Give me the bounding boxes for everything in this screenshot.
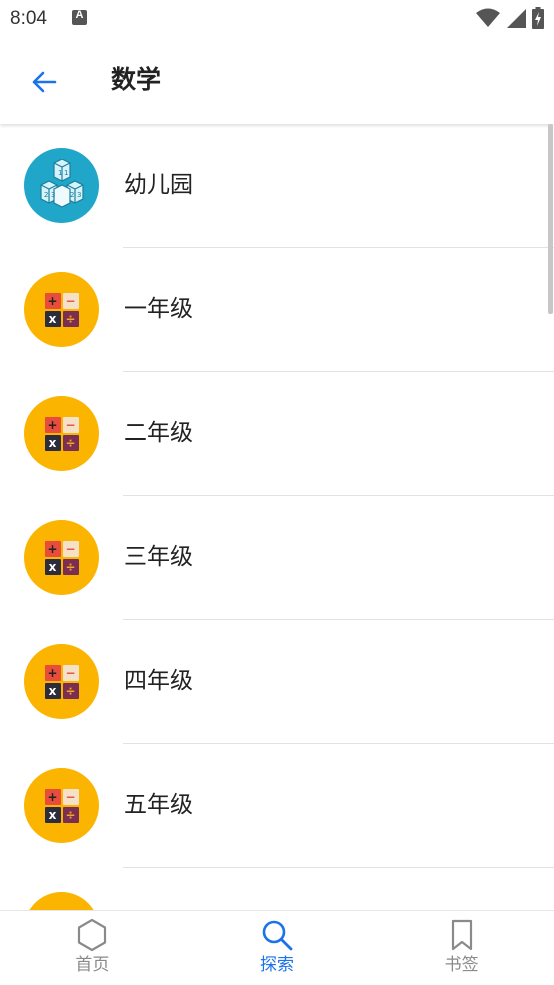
calculator-avatar: + − x ÷ [24, 272, 99, 347]
list-item-label: 二年级 [124, 420, 193, 446]
svg-text:3: 3 [51, 191, 55, 199]
calculator-icon: + − x ÷ [44, 540, 79, 575]
divide-symbol: ÷ [62, 558, 79, 575]
plus-symbol: + [44, 788, 61, 805]
svg-text:1: 1 [58, 169, 62, 177]
times-symbol: x [44, 310, 61, 327]
status-time: 8:04 [10, 8, 47, 29]
wifi-icon [476, 8, 500, 27]
arrow-back-icon [32, 71, 57, 93]
notification-a-letter: A [75, 9, 84, 21]
scrollbar[interactable] [548, 124, 553, 314]
page-title: 数学 [111, 65, 162, 94]
svg-text:1: 1 [64, 169, 68, 177]
notification-a-icon: A [72, 9, 87, 25]
list-item-label: 三年级 [124, 544, 193, 570]
times-symbol: x [44, 558, 61, 575]
divide-symbol: ÷ [62, 434, 79, 451]
calculator-avatar: + − x ÷ [24, 892, 99, 910]
nav-label-explore: 探索 [260, 955, 294, 975]
plus-symbol: + [44, 540, 61, 557]
svg-text:3: 3 [77, 191, 81, 199]
nav-label-home: 首页 [75, 955, 110, 975]
list-item-grade-4[interactable]: + − x ÷ 四年级 [0, 620, 554, 744]
calculator-icon: + − x ÷ [44, 788, 79, 823]
svg-text:2: 2 [44, 191, 48, 199]
list-item-kindergarten[interactable]: 1 1 2 3 2 3 幼儿园 [0, 124, 554, 248]
list-item-grade-5[interactable]: + − x ÷ 五年级 [0, 744, 554, 868]
list-item-grade-2[interactable]: + − x ÷ 二年级 [0, 372, 554, 496]
nav-item-home[interactable]: 首页 [0, 911, 185, 985]
hexagon-home-icon [78, 918, 107, 952]
calculator-icon: + − x ÷ [44, 292, 79, 327]
minus-symbol: − [62, 416, 79, 433]
status-bar: 8:04 A [0, 0, 554, 38]
blocks-icon: 1 1 2 3 2 3 [39, 158, 84, 208]
list-item-label: 四年级 [124, 668, 193, 694]
calculator-icon: + − x ÷ [44, 416, 79, 451]
times-symbol: x [44, 682, 61, 699]
calculator-avatar: + − x ÷ [24, 520, 99, 595]
list-item-grade-6[interactable]: + − x ÷ [0, 868, 554, 910]
back-button[interactable] [24, 62, 64, 102]
nav-label-bookmarks: 书签 [444, 955, 479, 975]
divide-symbol: ÷ [62, 310, 79, 327]
svg-text:2: 2 [70, 191, 74, 199]
bottom-nav: 首页 探索 书签 [0, 910, 554, 985]
plus-symbol: + [44, 664, 61, 681]
minus-symbol: − [62, 540, 79, 557]
grade-list: 1 1 2 3 2 3 幼儿园 + − x ÷ 一年级 + − x ÷ 二年级 … [0, 124, 554, 910]
bookmark-icon [451, 919, 472, 951]
search-icon [262, 920, 293, 951]
battery-charging-icon [532, 7, 544, 29]
list-item-grade-3[interactable]: + − x ÷ 三年级 [0, 496, 554, 620]
status-icons [476, 7, 544, 29]
minus-symbol: − [62, 292, 79, 309]
app-bar: 数学 [0, 38, 554, 124]
list-item-label: 幼儿园 [124, 172, 193, 198]
signal-icon [507, 9, 526, 28]
plus-symbol: + [44, 416, 61, 433]
blocks-avatar: 1 1 2 3 2 3 [24, 148, 99, 223]
times-symbol: x [44, 806, 61, 823]
divide-symbol: ÷ [62, 682, 79, 699]
calculator-avatar: + − x ÷ [24, 644, 99, 719]
divide-symbol: ÷ [62, 806, 79, 823]
nav-item-explore[interactable]: 探索 [185, 911, 370, 985]
times-symbol: x [44, 434, 61, 451]
minus-symbol: − [62, 664, 79, 681]
nav-item-bookmarks[interactable]: 书签 [369, 911, 554, 985]
list-item-grade-1[interactable]: + − x ÷ 一年级 [0, 248, 554, 372]
list-item-label: 五年级 [124, 792, 193, 818]
plus-symbol: + [44, 292, 61, 309]
list-item-label: 一年级 [124, 296, 193, 322]
calculator-avatar: + − x ÷ [24, 396, 99, 471]
calculator-icon: + − x ÷ [44, 664, 79, 699]
calculator-avatar: + − x ÷ [24, 768, 99, 843]
minus-symbol: − [62, 788, 79, 805]
